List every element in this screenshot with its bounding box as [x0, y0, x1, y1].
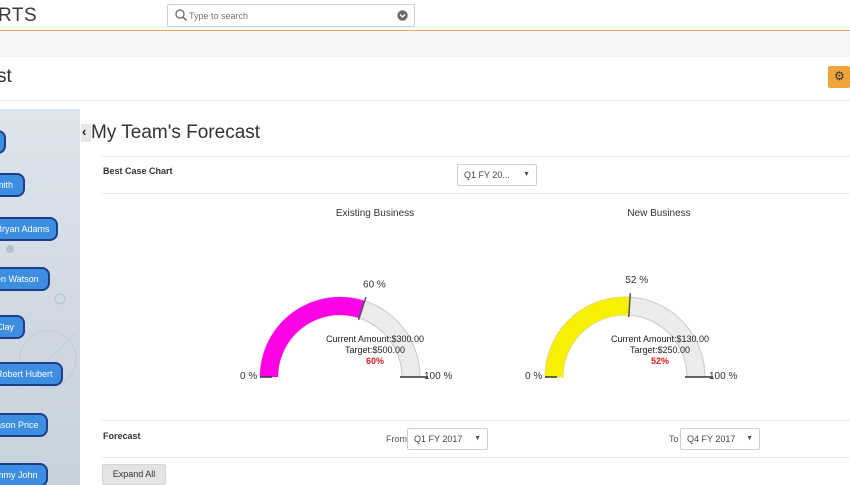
gauge-new-business: 52 % 0 % 100 % Current Amount:$130.00Target…: [525, 275, 737, 382]
gauge-current-amount: Current Amount:$130.00: [611, 334, 709, 344]
search-input[interactable]: [189, 8, 389, 24]
collapse-sidebar-button[interactable]: ‹: [81, 124, 91, 142]
team-member-node[interactable]: ason Price: [0, 413, 48, 437]
chevron-left-icon: ‹: [82, 124, 87, 139]
gauge-max-label: 100 %: [424, 371, 452, 382]
caret-down-icon: ▼: [474, 435, 481, 442]
gauge-percent-text: 60%: [366, 356, 384, 366]
gauge-title-existing: Existing Business: [335, 208, 415, 219]
team-sidebar: mith Bryan Adams en Watson Clay Robert H…: [0, 109, 80, 485]
to-quarter-select[interactable]: Q4 FY 2017 ▼: [680, 428, 760, 450]
quarter-select[interactable]: Q1 FY 20... ▼: [457, 164, 537, 186]
divider: [101, 457, 850, 458]
team-member-node[interactable]: mith: [0, 173, 25, 197]
gauge-percent-label: 52 %: [625, 275, 648, 286]
forecast-label: Forecast: [103, 431, 141, 441]
gauge-current-amount: Current Amount:$300.00: [326, 334, 424, 344]
team-member-node[interactable]: en Watson: [0, 267, 50, 291]
top-bar: RTS: [0, 0, 850, 31]
gauge-min-label: 0 %: [240, 371, 257, 382]
sub-bar: [0, 31, 850, 57]
team-member-node[interactable]: Robert Hubert: [0, 362, 63, 386]
gauge-percent-text: 52%: [651, 356, 669, 366]
chevron-down-icon[interactable]: [397, 10, 408, 21]
caret-down-icon: ▼: [746, 435, 753, 442]
from-quarter-value: Q1 FY 2017: [414, 434, 463, 444]
gauge-min-label: 0 %: [525, 371, 542, 382]
team-member-node[interactable]: Bryan Adams: [0, 217, 58, 241]
from-quarter-select[interactable]: Q1 FY 2017 ▼: [407, 428, 488, 450]
gauge-existing-business: 60 % 0 % 100 % Current Amount:$300.00Target…: [240, 280, 452, 382]
divider: [101, 193, 850, 194]
quarter-select-value: Q1 FY 20...: [464, 170, 510, 180]
section-heading: My Team's Forecast: [91, 122, 261, 143]
gauge-target: Target:$250.00: [630, 345, 690, 355]
gauge-title-new: New Business: [627, 208, 691, 219]
page-title: st: [0, 66, 12, 87]
team-member-node[interactable]: mmy John: [0, 463, 48, 485]
team-member-node[interactable]: Clay: [0, 315, 25, 339]
page-header: st ⚙: [0, 57, 850, 101]
app-brand: RTS: [0, 5, 38, 26]
from-label: From: [386, 434, 407, 444]
to-quarter-value: Q4 FY 2017: [687, 434, 736, 444]
divider: [101, 420, 850, 421]
gear-icon: ⚙: [834, 69, 845, 83]
divider: [101, 156, 850, 157]
gauge-percent-label: 60 %: [363, 280, 386, 291]
best-case-label: Best Case Chart: [103, 166, 173, 176]
settings-button[interactable]: ⚙: [828, 66, 850, 88]
to-label: To: [669, 434, 679, 444]
search-box[interactable]: [167, 4, 415, 27]
gauge-max-label: 100 %: [709, 371, 737, 382]
caret-down-icon: ▼: [523, 171, 530, 178]
search-icon: [175, 9, 188, 22]
gauge-target: Target:$500.00: [345, 345, 405, 355]
expand-all-button[interactable]: Expand All: [102, 464, 166, 485]
